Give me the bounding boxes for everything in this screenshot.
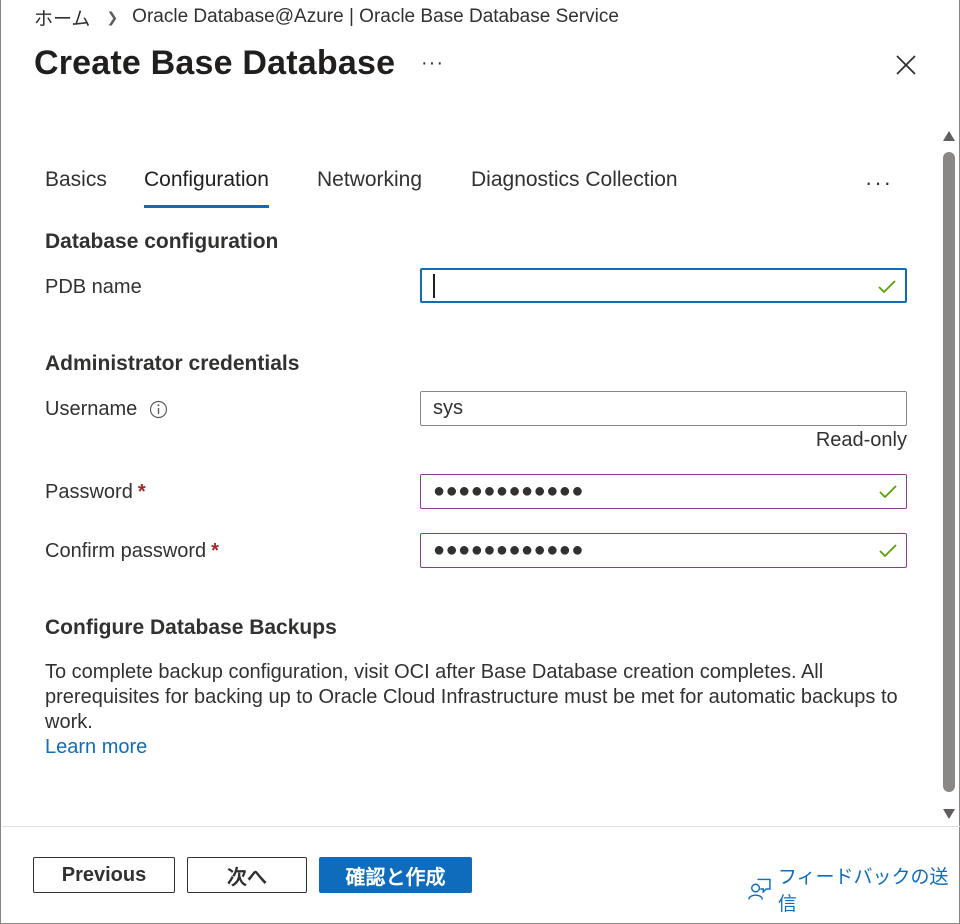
password-label-text: Password <box>45 481 133 503</box>
footer-divider <box>2 826 960 827</box>
confirm-password-value: ●●●●●●●●●●●● <box>433 539 584 561</box>
pdb-name-label-text: PDB name <box>45 276 142 298</box>
password-input[interactable]: ●●●●●●●●●●●● <box>420 474 907 509</box>
scroll-up-arrow-icon[interactable] <box>942 130 956 142</box>
close-icon[interactable] <box>893 52 919 78</box>
required-marker: * <box>137 481 146 503</box>
breadcrumb: ホーム ❯ Oracle Database@Azure | Oracle Bas… <box>34 4 619 30</box>
confirm-password-input[interactable]: ●●●●●●●●●●●● <box>420 533 907 568</box>
blade-panel: ホーム ❯ Oracle Database@Azure | Oracle Bas… <box>0 0 960 924</box>
tabs-overflow-button[interactable]: ··· <box>865 170 893 196</box>
username-readonly-note: Read-only <box>815 429 907 451</box>
tab-diagnostics-collection[interactable]: Diagnostics Collection <box>471 168 678 210</box>
password-value: ●●●●●●●●●●●● <box>433 480 584 502</box>
chevron-right-icon: ❯ <box>106 8 119 25</box>
username-label-text: Username <box>45 398 138 420</box>
required-marker: * <box>211 540 219 562</box>
text-caret <box>433 273 435 298</box>
more-actions-button[interactable]: ··· <box>421 52 444 75</box>
section-database-configuration: Database configuration <box>45 230 279 253</box>
username-label: Username <box>45 398 168 421</box>
feedback-icon <box>748 878 771 900</box>
check-icon <box>879 485 897 499</box>
vertical-scrollbar[interactable] <box>939 124 959 824</box>
check-icon <box>879 544 897 558</box>
check-icon <box>878 280 896 294</box>
confirm-password-label-text: Confirm password <box>45 540 207 562</box>
learn-more-link[interactable]: Learn more <box>45 736 147 759</box>
breadcrumb-current[interactable]: Oracle Database@Azure | Oracle Base Data… <box>132 6 619 28</box>
pdb-name-input[interactable] <box>420 268 907 303</box>
username-input[interactable]: sys <box>420 391 907 426</box>
breadcrumb-home[interactable]: ホーム <box>34 4 90 31</box>
password-label: Password * <box>45 481 146 504</box>
section-configure-database-backups: Configure Database Backups <box>45 616 337 639</box>
section-administrator-credentials: Administrator credentials <box>45 352 300 375</box>
feedback-label: フィードバックの送信 <box>777 867 949 915</box>
next-button[interactable]: 次へ <box>187 857 307 893</box>
review-create-button[interactable]: 確認と作成 <box>319 857 472 893</box>
scrollbar-thumb[interactable] <box>943 152 955 792</box>
tab-networking[interactable]: Networking <box>317 168 422 210</box>
confirm-password-label: Confirm password * <box>45 540 219 563</box>
feedback-link[interactable]: フィードバックの送信 <box>747 862 959 916</box>
backups-description: To complete backup configuration, visit … <box>45 661 898 733</box>
pdb-name-label: PDB name <box>45 276 142 299</box>
info-icon[interactable] <box>149 400 168 419</box>
tab-configuration[interactable]: Configuration <box>144 168 269 210</box>
tab-basics[interactable]: Basics <box>45 168 107 210</box>
page-title: Create Base Database <box>34 44 396 82</box>
previous-button[interactable]: Previous <box>33 857 175 893</box>
scroll-down-arrow-icon[interactable] <box>942 808 956 820</box>
username-value: sys <box>433 397 463 419</box>
